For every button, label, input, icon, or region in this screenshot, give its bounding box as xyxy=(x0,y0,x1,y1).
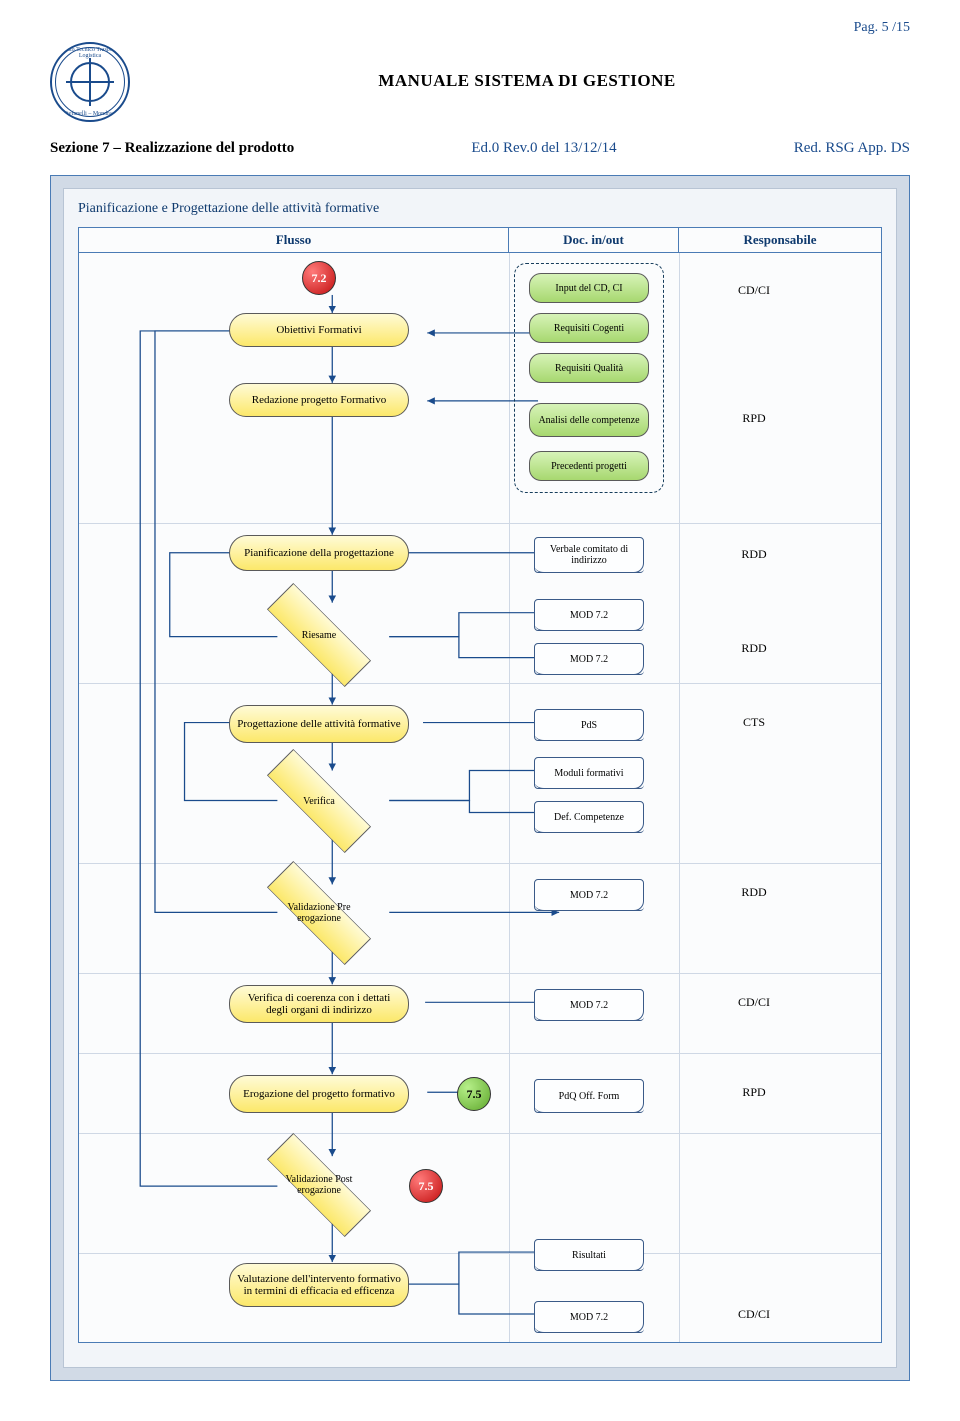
input-precedenti: Precedenti progetti xyxy=(529,451,649,481)
resp-8: RPD xyxy=(699,1085,809,1100)
col-flusso: Flusso xyxy=(79,228,509,252)
terminator-7-5a: 7.5 xyxy=(457,1077,491,1111)
doc-moduli: Moduli formativi xyxy=(534,757,644,789)
doc-mod72-b: MOD 7.2 xyxy=(534,643,644,675)
school-logo: Istituto Tecnico Trasporti e Logistica N… xyxy=(50,42,130,122)
proc-pianificazione: Pianificazione della progettazione xyxy=(229,535,409,571)
terminator-start: 7.2 xyxy=(302,261,336,295)
resp-3: RDD xyxy=(699,547,809,562)
decision-verifica: Verifica xyxy=(264,771,374,831)
doc-risultati: Risultati xyxy=(534,1239,644,1271)
decision-valid-post: Validazione Post erogazione xyxy=(264,1155,374,1215)
doc-header: Istituto Tecnico Trasporti e Logistica N… xyxy=(50,42,910,122)
input-cd-ci: Input del CD, CI xyxy=(529,273,649,303)
input-qualita: Requisiti Qualità xyxy=(529,353,649,383)
doc-pdq: PdQ Off. Form xyxy=(534,1079,644,1113)
flowchart-canvas: 7.2 Input del CD, CI Requisiti Cogenti R… xyxy=(78,253,882,1343)
doc-pds: PdS xyxy=(534,709,644,741)
decision-riesame: Riesame xyxy=(264,605,374,665)
resp-4: RDD xyxy=(699,641,809,656)
resp-5: CTS xyxy=(699,715,809,730)
proc-verifica-coerenza: Verifica di coerenza con i dettati degli… xyxy=(229,985,409,1023)
doc-subheader: Sezione 7 – Realizzazione del prodotto E… xyxy=(50,140,910,157)
resp-9: CD/CI xyxy=(699,1307,809,1322)
page-number: Pag. 5 /15 xyxy=(50,20,910,36)
proc-valutazione: Valutazione dell'intervento formativo in… xyxy=(229,1263,409,1307)
resp-6: RDD xyxy=(699,885,809,900)
proc-obiettivi: Obiettivi Formativi xyxy=(229,313,409,347)
doc-mod72-c: MOD 7.2 xyxy=(534,879,644,911)
proc-progettazione: Progettazione delle attività formative xyxy=(229,705,409,743)
input-cogenti: Requisiti Cogenti xyxy=(529,313,649,343)
terminator-7-5b: 7.5 xyxy=(409,1169,443,1203)
ship-wheel-icon xyxy=(70,62,110,102)
panel-title: Pianificazione e Progettazione delle att… xyxy=(78,201,882,217)
input-analisi: Analisi delle competenze xyxy=(529,403,649,437)
doc-mod72-a: MOD 7.2 xyxy=(534,599,644,631)
proc-erogazione: Erogazione del progetto formativo xyxy=(229,1075,409,1113)
doc-defcomp: Def. Competenze xyxy=(534,801,644,833)
resp-1: CD/CI xyxy=(699,283,809,298)
resp-7: CD/CI xyxy=(699,995,809,1010)
doc-verbale: Verbale comitato di indirizzo xyxy=(534,537,644,573)
resp-2: RPD xyxy=(699,411,809,426)
column-headers: Flusso Doc. in/out Responsabile xyxy=(78,227,882,253)
proc-redazione: Redazione progetto Formativo xyxy=(229,383,409,417)
doc-mod72-d: MOD 7.2 xyxy=(534,989,644,1021)
col-doc: Doc. in/out xyxy=(509,228,679,252)
col-resp: Responsabile xyxy=(679,228,881,252)
doc-mod72-e: MOD 7.2 xyxy=(534,1301,644,1333)
doc-title: MANUALE SISTEMA DI GESTIONE xyxy=(144,71,910,91)
decision-valid-pre: Validazione Pre erogazione xyxy=(264,883,374,943)
diagram-frame: Pianificazione e Progettazione delle att… xyxy=(50,175,910,1381)
